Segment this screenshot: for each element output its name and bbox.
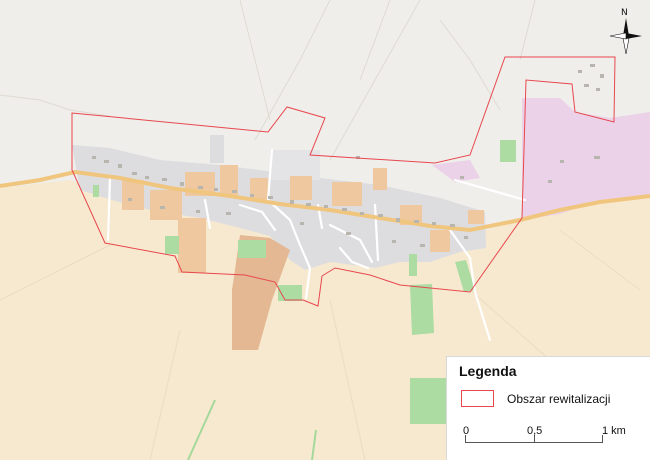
- boundary-swatch: [461, 390, 494, 407]
- legend-item-label: Obszar rewitalizacji: [507, 392, 611, 406]
- residential-block: [270, 150, 320, 180]
- legend-box: Legenda Obszar rewitalizacji 0 0,5 1 km: [446, 356, 650, 460]
- legend-title: Legenda: [459, 363, 517, 379]
- north-label: N: [621, 8, 628, 18]
- residential-block: [210, 135, 224, 163]
- scale-label-half: 0,5: [527, 425, 543, 437]
- map[interactable]: N Legenda Obszar rewitalizacji 0 0,5 1 k…: [0, 0, 650, 460]
- compass: N: [606, 8, 646, 56]
- scale-label-1km: 1 km: [602, 425, 626, 437]
- scale-label-0: 0: [463, 425, 470, 437]
